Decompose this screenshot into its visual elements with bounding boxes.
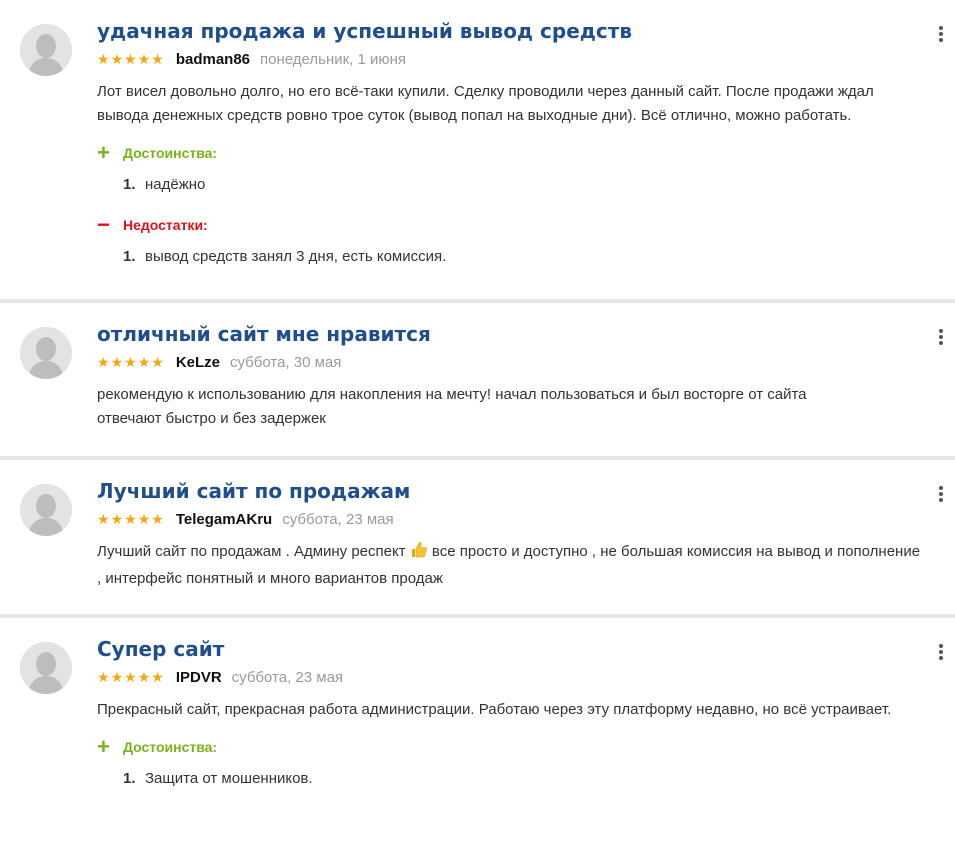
- review-text: Лот висел довольно долго, но его всё-так…: [97, 83, 874, 124]
- review-title[interactable]: отличный сайт мне нравится: [97, 303, 925, 347]
- pros-item: 1. надёжно: [123, 174, 925, 196]
- star-icon: ★: [110, 669, 124, 685]
- cons-label: Недостатки:: [123, 217, 208, 233]
- cons-item-text: вывод средств занял 3 дня, есть комиссия…: [145, 248, 447, 265]
- thumbs-up-icon: [410, 541, 428, 567]
- review-text-line: отвечают быстро и без задержек: [97, 410, 326, 427]
- star-icon: ★: [151, 669, 164, 685]
- pros-label: Достоинства:: [123, 739, 218, 755]
- review-title[interactable]: удачная продажа и успешный вывод средств: [97, 0, 925, 44]
- review-author[interactable]: IPDVR: [176, 669, 222, 686]
- review-text: рекомендую к использованию для накоплени…: [97, 383, 925, 431]
- pros-item-text: надёжно: [145, 176, 206, 193]
- star-icon: ★: [137, 669, 151, 685]
- kebab-menu-icon[interactable]: [935, 24, 947, 44]
- star-icon: ★: [151, 51, 164, 67]
- kebab-menu-icon[interactable]: [935, 327, 947, 347]
- pros-item-text: Защита от мошенников.: [145, 770, 313, 787]
- review-text-part: Лучший сайт по продажам . Админу респект: [97, 543, 410, 560]
- star-icon: ★: [151, 354, 164, 370]
- pros-item-number: 1.: [123, 770, 136, 787]
- review-author[interactable]: KeLze: [176, 354, 220, 371]
- star-icon: ★: [124, 511, 137, 527]
- review-card: отличный сайт мне нравится ★ ★ ★ ★ ★ KeLze с…: [0, 303, 955, 456]
- star-icon: ★: [151, 511, 164, 527]
- pros-block: + Достоинства: 1. надёжно: [97, 142, 925, 196]
- review-date: суббота, 23 мая: [231, 668, 344, 686]
- review-author[interactable]: badman86: [176, 51, 250, 68]
- rating-stars: ★ ★ ★ ★ ★: [97, 512, 164, 526]
- review-author[interactable]: TelegamAKru: [176, 511, 272, 528]
- star-icon: ★: [110, 511, 124, 527]
- cons-item-number: 1.: [123, 248, 136, 265]
- user-avatar-icon[interactable]: [20, 484, 72, 536]
- review-title[interactable]: Лучший сайт по продажам: [97, 460, 925, 504]
- star-icon: ★: [137, 354, 151, 370]
- plus-icon: +: [97, 734, 110, 759]
- review-text: Лучший сайт по продажам . Админу респект…: [97, 540, 925, 591]
- rating-stars: ★ ★ ★ ★ ★: [97, 52, 164, 66]
- user-avatar-icon[interactable]: [20, 24, 72, 76]
- review-card: Лучший сайт по продажам ★ ★ ★ ★ ★ TelegamAKr…: [0, 460, 955, 614]
- review-meta: ★ ★ ★ ★ ★ TelegamAKru суббота, 23 мая: [97, 508, 925, 530]
- cons-block: − Недостатки: 1. вывод средств занял 3 д…: [97, 214, 925, 268]
- review-date: суббота, 30 мая: [230, 353, 342, 371]
- pros-item-number: 1.: [123, 176, 136, 193]
- pros-block: + Достоинства: 1. Защита от мошенников.: [97, 736, 925, 790]
- star-icon: ★: [124, 51, 137, 67]
- review-meta: ★ ★ ★ ★ ★ badman86 понедельник, 1 июня: [97, 48, 925, 70]
- kebab-menu-icon[interactable]: [935, 642, 947, 662]
- kebab-menu-icon[interactable]: [935, 484, 947, 504]
- star-icon: ★: [97, 511, 110, 527]
- rating-stars: ★ ★ ★ ★ ★: [97, 670, 164, 684]
- minus-icon: −: [97, 212, 110, 237]
- pros-label: Достоинства:: [123, 145, 218, 161]
- review-text: Прекрасный сайт, прекрасная работа админ…: [97, 701, 892, 718]
- star-icon: ★: [124, 669, 137, 685]
- cons-item: 1. вывод средств занял 3 дня, есть комис…: [123, 246, 925, 268]
- user-avatar-icon[interactable]: [20, 327, 72, 379]
- review-text-line: рекомендую к использованию для накоплени…: [97, 386, 807, 403]
- pros-item: 1. Защита от мошенников.: [123, 768, 925, 790]
- rating-stars: ★ ★ ★ ★ ★: [97, 355, 164, 369]
- plus-icon: +: [97, 140, 110, 165]
- star-icon: ★: [137, 511, 151, 527]
- star-icon: ★: [124, 354, 137, 370]
- star-icon: ★: [110, 51, 124, 67]
- review-card: удачная продажа и успешный вывод средств…: [0, 0, 955, 299]
- star-icon: ★: [110, 354, 124, 370]
- star-icon: ★: [137, 51, 151, 67]
- review-meta: ★ ★ ★ ★ ★ KeLze суббота, 30 мая: [97, 351, 925, 373]
- review-title[interactable]: Супер сайт: [97, 618, 925, 662]
- review-meta: ★ ★ ★ ★ ★ IPDVR суббота, 23 мая: [97, 666, 925, 688]
- star-icon: ★: [97, 354, 110, 370]
- review-date: суббота, 23 мая: [282, 510, 394, 528]
- star-icon: ★: [97, 669, 110, 685]
- user-avatar-icon[interactable]: [20, 642, 72, 694]
- review-date: понедельник, 1 июня: [260, 50, 407, 68]
- star-icon: ★: [97, 51, 110, 67]
- review-card: Супер сайт ★ ★ ★ ★ ★ IPDVR суббота, 23 мая П…: [0, 618, 955, 841]
